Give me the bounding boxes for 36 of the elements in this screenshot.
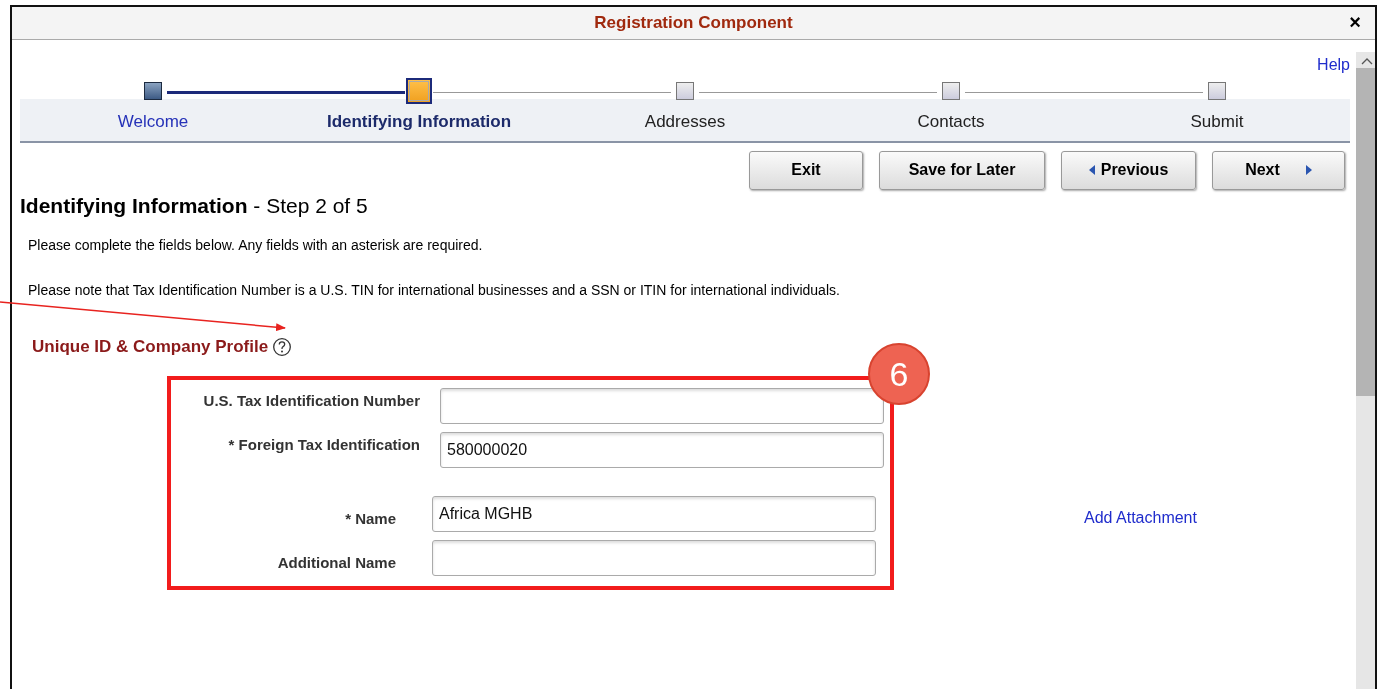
caret-icon [1305,165,1312,175]
button[interactable]: Save for Later [879,150,1045,190]
input-field[interactable]: Africa MGHB [432,495,876,532]
step-marker[interactable] [1208,82,1226,100]
window-title: Registration Component [594,13,793,32]
forward-button[interactable]: Next [1212,150,1345,190]
input-field[interactable] [432,539,876,576]
step-label[interactable]: Submit [1190,109,1244,135]
add-attachment-link[interactable]: Add Attachment [1084,508,1197,526]
field-label: * Foreign Tax Identification [227,434,420,455]
step-marker[interactable] [406,78,432,104]
scroll-up-icon[interactable] [1360,56,1374,66]
instruction-text: Please note that Tax Identification Number is a U.S. TIN for international businesses and a SSN or ITIN for international individuals. [28,281,841,300]
section-title: Unique ID & Company Profile [32,336,269,358]
step-marker[interactable] [144,82,162,100]
step-marker[interactable] [676,82,694,100]
close-button[interactable]: × [1345,10,1365,34]
button[interactable]: Exit [749,150,863,190]
page-title: Identifying Information - Step 2 of 5 [20,192,368,219]
field-label: Additional Name [276,552,396,573]
step-label[interactable]: Welcome [117,109,189,135]
step-label[interactable]: Identifying Information [326,109,512,135]
step-label[interactable]: Addresses [644,109,726,135]
field-label: * Name [344,508,396,529]
scrollbar-thumb[interactable] [1356,68,1375,396]
scrollbar[interactable] [1356,52,1375,689]
step-label[interactable]: Contacts [917,109,985,135]
field-label: U.S. Tax Identification Number [202,390,420,411]
caret-icon [1088,165,1095,175]
step-marker[interactable] [942,82,960,100]
instruction-text: Please complete the fields below. Any fields with an asterisk are required. [28,236,484,255]
back-button[interactable]: Previous [1061,150,1196,190]
help-link[interactable]: Help [1317,53,1350,80]
input-field[interactable] [440,387,884,424]
help-icon[interactable] [272,336,293,357]
input-field[interactable]: 580000020 [440,431,884,468]
